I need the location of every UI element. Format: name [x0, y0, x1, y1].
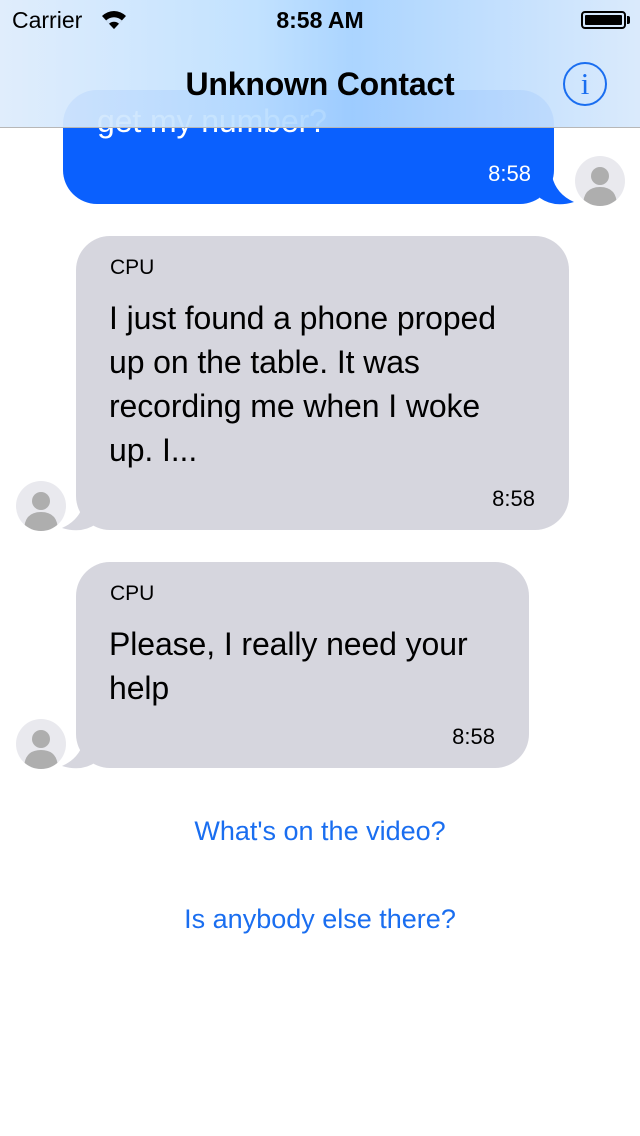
top-bar: Carrier 8:58 AM Unknown Contact i: [0, 0, 640, 128]
message-text-line: Please, I really need your: [109, 626, 468, 662]
info-icon[interactable]: i: [563, 62, 607, 106]
status-bar: Carrier 8:58 AM: [0, 0, 640, 40]
incoming-message-bubble: CPU I just found a phone proped up on th…: [76, 236, 569, 530]
message-text-line: recording me when I woke: [109, 388, 481, 424]
chat-area[interactable]: get my number? 8:58 CPU I just found a p…: [0, 0, 640, 1136]
message-text-line: help: [109, 670, 170, 706]
battery-level: [585, 15, 622, 25]
message-sender: CPU: [110, 256, 155, 279]
incoming-bubble-tail: [62, 502, 96, 531]
quick-reply-button[interactable]: What's on the video?: [0, 811, 640, 851]
message-text-line: I just found a phone proped: [109, 300, 496, 336]
nav-title: Unknown Contact: [185, 66, 455, 102]
message-sender: CPU: [110, 582, 155, 605]
message-time: 8:58: [492, 486, 535, 511]
avatar-icon: [16, 719, 66, 769]
message-time: 8:58: [452, 724, 495, 749]
message-text-line: up. I...: [109, 432, 198, 468]
status-time: 8:58 AM: [276, 7, 364, 33]
incoming-bubble-tail: [62, 740, 96, 769]
battery-icon: [581, 11, 626, 29]
incoming-message-bubble: CPU Please, I really need your help 8:58: [76, 562, 529, 768]
battery-tip: [627, 16, 630, 24]
avatar-icon: [16, 481, 66, 531]
message-time: 8:58: [488, 161, 531, 186]
message-text-line: up on the table. It was: [109, 344, 420, 380]
outgoing-bubble-tail: [540, 176, 574, 205]
avatar-icon: [575, 156, 625, 206]
quick-reply-button[interactable]: Is anybody else there?: [0, 899, 640, 939]
